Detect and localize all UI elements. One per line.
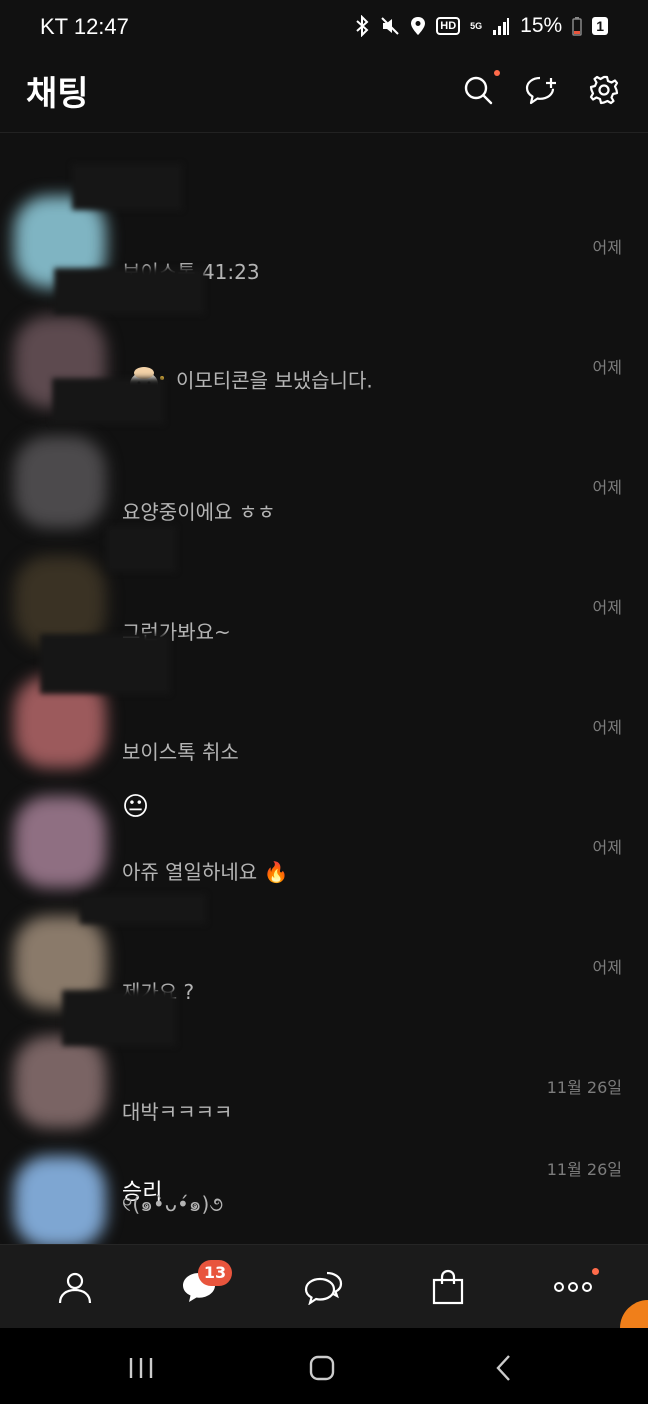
blurred-name bbox=[80, 894, 206, 924]
blurred-name bbox=[52, 378, 164, 424]
chat-last-message: ୧(๑•̀ᴗ•́๑)૭ bbox=[122, 1192, 224, 1216]
search-notification-dot bbox=[494, 70, 500, 76]
mute-icon bbox=[380, 16, 400, 36]
settings-icon bbox=[589, 75, 619, 105]
shopping-icon bbox=[432, 1269, 464, 1305]
friends-icon bbox=[58, 1272, 92, 1304]
chat-row[interactable]: 보이스톡 취소 어제 bbox=[0, 634, 648, 780]
blurred-name bbox=[62, 990, 176, 1046]
more-icon bbox=[554, 1282, 592, 1292]
chat-row[interactable]: 대박ㅋㅋㅋㅋ 11월 26일 bbox=[0, 990, 648, 1140]
chat-last-message: 보이스톡 취소 bbox=[122, 740, 239, 764]
status-icons: HD 5G 15% 1 bbox=[354, 14, 608, 38]
home-icon bbox=[309, 1355, 335, 1381]
chat-last-message: 아쥬 열일하네요 🔥 bbox=[122, 860, 289, 884]
page-title: 채팅 bbox=[26, 74, 89, 114]
chat-time: 어제 bbox=[592, 478, 622, 497]
avatar bbox=[14, 1036, 106, 1128]
hd-indicator: HD bbox=[436, 17, 461, 35]
bluetooth-icon bbox=[354, 15, 370, 37]
back-button[interactable] bbox=[484, 1348, 524, 1388]
carrier-time: KT 12:47 bbox=[40, 14, 129, 39]
status-bar: KT 12:47 HD 5G 15% 1 bbox=[0, 0, 648, 56]
blurred-name bbox=[40, 634, 170, 694]
chat-last-message: 요양중이에요 ㅎㅎ bbox=[122, 500, 276, 524]
chat-time: 어제 bbox=[592, 958, 622, 977]
chat-row[interactable]: 😐 아쥬 열일하네요 🔥 어제 bbox=[0, 780, 648, 900]
location-icon bbox=[410, 16, 426, 36]
recent-apps-button[interactable] bbox=[121, 1348, 161, 1388]
header: 채팅 bbox=[0, 56, 648, 133]
settings-button[interactable] bbox=[584, 70, 624, 110]
avatar bbox=[14, 436, 106, 528]
home-button[interactable] bbox=[302, 1348, 342, 1388]
chat-time: 11월 26일 bbox=[546, 1078, 622, 1097]
search-button[interactable] bbox=[458, 70, 500, 110]
openchat-icon bbox=[304, 1271, 343, 1305]
tab-more[interactable] bbox=[551, 1265, 595, 1309]
chat-list: 보이스톡 41:23 어제 이모티콘을 보냈습니다. 어제 요양중이에요 ㅎㅎ … bbox=[0, 140, 648, 1244]
signal-icon bbox=[492, 16, 510, 36]
new-chat-icon bbox=[525, 76, 556, 105]
chat-time: 어제 bbox=[592, 358, 622, 377]
search-icon bbox=[464, 76, 493, 105]
chat-row[interactable]: 승리 ୧(๑•̀ᴗ•́๑)૭ 11월 26일 bbox=[0, 1140, 648, 1244]
battery-icon bbox=[572, 16, 582, 36]
sim-badge: 1 bbox=[592, 17, 608, 35]
chat-row[interactable]: 요양중이에요 ㅎㅎ 어제 bbox=[0, 378, 648, 540]
blurred-name bbox=[106, 526, 176, 572]
recent-apps-icon bbox=[129, 1358, 153, 1378]
chat-time: 어제 bbox=[592, 838, 622, 857]
5g-indicator: 5G bbox=[470, 21, 483, 31]
blurred-name bbox=[72, 164, 182, 210]
chat-time: 어제 bbox=[592, 718, 622, 737]
blurred-name bbox=[54, 268, 204, 314]
chat-time: 어제 bbox=[592, 238, 622, 257]
tab-shopping[interactable] bbox=[426, 1265, 470, 1309]
chat-last-message: 대박ㅋㅋㅋㅋ bbox=[122, 1100, 233, 1124]
back-icon bbox=[496, 1355, 510, 1381]
tab-friends[interactable] bbox=[53, 1265, 97, 1309]
chat-time: 11월 26일 bbox=[546, 1160, 622, 1179]
more-notification-dot bbox=[592, 1268, 599, 1275]
avatar bbox=[14, 796, 106, 888]
chat-name: 😐 bbox=[122, 792, 150, 822]
battery-percent: 15% bbox=[520, 14, 563, 37]
chat-time: 어제 bbox=[592, 598, 622, 617]
new-chat-button[interactable] bbox=[522, 70, 562, 110]
chat-last-message-text: 이모티콘을 보냈습니다. bbox=[176, 368, 373, 393]
chat-unread-badge: 13 bbox=[198, 1260, 232, 1286]
system-nav-bar bbox=[0, 1328, 648, 1404]
bottom-tab-bar bbox=[0, 1244, 648, 1329]
avatar bbox=[14, 1156, 106, 1244]
tab-openchat[interactable] bbox=[302, 1265, 346, 1309]
